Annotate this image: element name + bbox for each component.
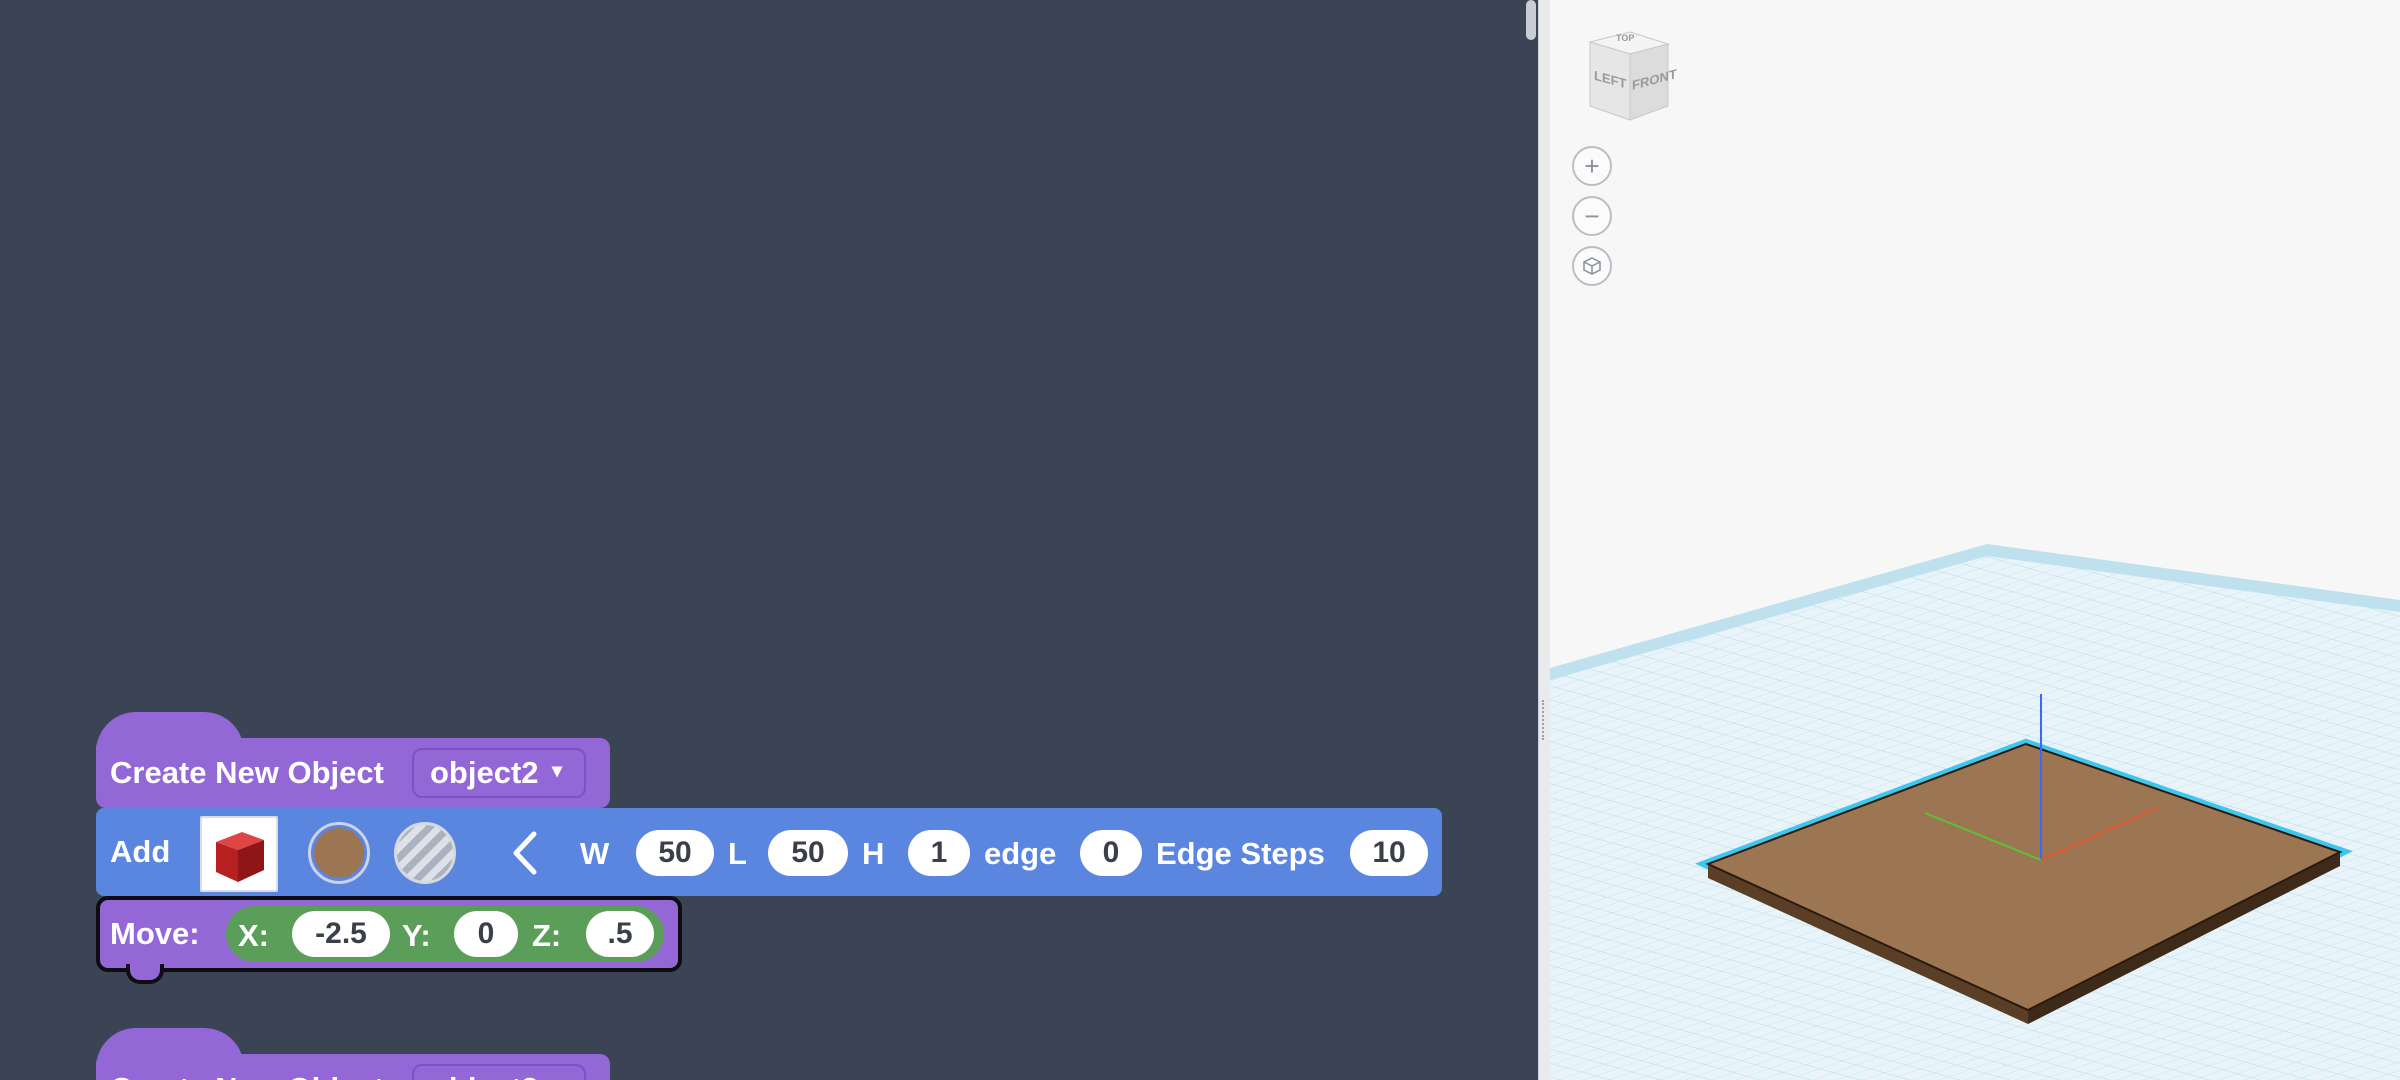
edge-input[interactable]: 0 [1080,830,1142,876]
height-input[interactable]: 1 [908,830,970,876]
y-input[interactable]: 0 [454,911,518,957]
home-view-icon [1583,257,1601,275]
add-label: Add [110,834,171,869]
x-label: X: [238,918,269,953]
object-dropdown[interactable]: object2 ▾ [412,748,586,798]
width-label: W [580,836,610,871]
minus-icon: − [1584,201,1600,231]
edge-label: edge [984,836,1057,871]
object-dropdown-2[interactable]: object3 [412,1064,586,1080]
workspace-scrollbar[interactable] [1526,0,1536,40]
chevron-down-icon: ▾ [552,760,563,782]
y-label: Y: [402,918,431,953]
collapse-left-icon[interactable] [510,830,540,876]
add-shape-block[interactable]: Add W 50 L 50 H 1 edge 0 Edge Steps 10 [96,808,1442,896]
create-object-label-2: Create New Object [110,1071,384,1080]
length-input[interactable]: 50 [768,830,848,876]
resize-grip-icon[interactable] [1542,700,1548,740]
cube-shape-picker[interactable] [200,816,278,892]
edge-steps-input[interactable]: 10 [1350,830,1428,876]
x-input[interactable]: -2.5 [292,911,390,957]
block-workspace[interactable]: Create New Object object2 ▾ Add W 50 L 5… [0,0,1538,1080]
plus-icon: + [1584,151,1600,181]
home-view-button[interactable] [1572,246,1612,286]
material-pattern-button[interactable] [394,822,456,884]
cube-icon [216,832,264,882]
view-cube[interactable]: TOP LEFT FRONT [1580,26,1680,126]
color-swatch-button[interactable] [308,822,370,884]
height-label: H [862,836,885,871]
create-object-label: Create New Object [110,755,384,790]
width-input[interactable]: 50 [636,830,714,876]
view-cube-top-label: TOP [1616,33,1635,43]
z-label: Z: [532,918,562,953]
xyz-coordinates: X: -2.5 Y: 0 Z: .5 [226,906,664,962]
move-label: Move: [110,916,200,951]
move-block[interactable]: Move: X: -2.5 Y: 0 Z: .5 [96,896,682,972]
zoom-in-button[interactable]: + [1572,146,1612,186]
length-label: L [728,836,747,871]
scene-canvas[interactable] [1550,0,2400,1080]
3d-viewport[interactable]: TOP LEFT FRONT + − [1550,0,2400,1080]
edge-steps-label: Edge Steps [1156,836,1325,871]
z-input[interactable]: .5 [586,911,654,957]
zoom-out-button[interactable]: − [1572,196,1612,236]
